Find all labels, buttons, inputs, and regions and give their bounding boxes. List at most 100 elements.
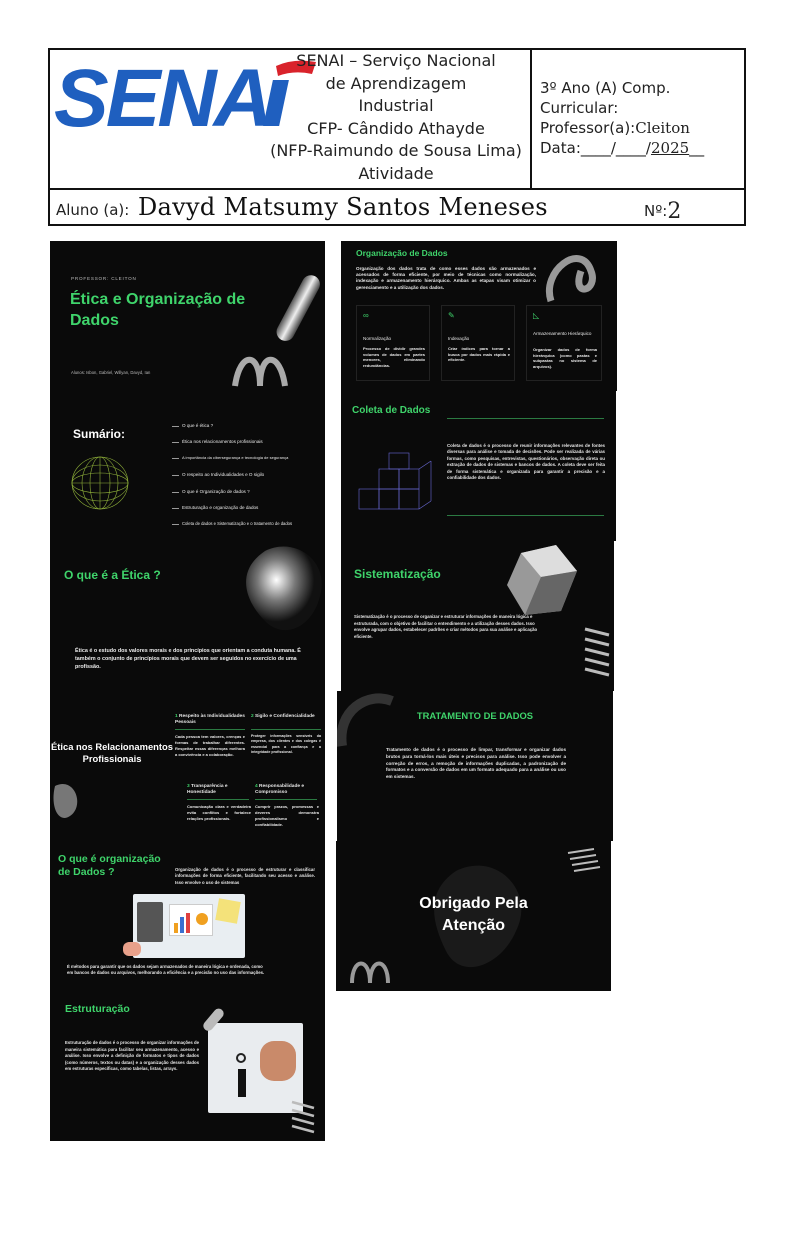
block-title: Respeito às Individualidades Pessoais (175, 714, 245, 726)
slide-heading: Sumário: (73, 427, 126, 441)
slide-subheading: Estruturação (65, 1003, 130, 1015)
info-card: ◺ Armazenamento Hierárquico Organizar da… (526, 305, 602, 381)
value-block: 4 Responsabilidade e Compromisso Cumprir… (255, 784, 319, 828)
school-line: Industrial (358, 96, 434, 115)
list-bullet (172, 458, 179, 459)
glasses-icon: ∞ (363, 311, 369, 320)
info-card: ✎ Indexação Criar índices para tornar a … (441, 305, 515, 381)
slide-heading: Coleta de Dados (352, 405, 431, 416)
slide-sistematizacao: Sistematização Sistematização é o proces… (341, 541, 614, 691)
slide-body: Sistematização é o processo de organizar… (354, 614, 538, 639)
list-bullet (172, 442, 179, 443)
block-number: 2 (251, 714, 254, 719)
student-name: Davyd Matsumy Santos Meneses (138, 193, 548, 221)
school-info: SENAI – Serviço Nacional de Aprendizagem… (262, 50, 530, 185)
hand-image (260, 1041, 296, 1081)
list-bullet (172, 492, 179, 493)
slide-kicker: PROFESSOR: CLEITON (71, 276, 137, 281)
slide-heading: Ética nos Relacionamentos Profissionais (50, 741, 174, 765)
key-ring-image (236, 1053, 246, 1063)
list-bullet (172, 524, 179, 525)
chrome-blob-icon (246, 546, 322, 631)
chrome-shape-icon (53, 783, 78, 818)
sticky-note-image (215, 898, 241, 924)
header-top-row: SENA SENAI – Serviço Nacional de Aprendi… (50, 50, 744, 190)
card-title: Armazenamento Hierárquico (533, 331, 592, 336)
list-bullet (172, 426, 179, 427)
list-item: A importância da cibersegurança e tecnol… (182, 455, 289, 460)
list-item: O que é ética ? (182, 423, 214, 428)
block-number: 3 (187, 784, 190, 789)
closing-line: Atenção (441, 917, 506, 934)
chrome-curve-icon (337, 693, 394, 747)
school-line: CFP- Cândido Athayde (307, 118, 485, 138)
desk-photo (123, 894, 245, 958)
block-text: Proteger informações sensíveis da empres… (251, 734, 321, 754)
slide-o-que-e-organizacao: O que é organização de Dados ? Organizaç… (50, 841, 325, 1141)
block-rule (175, 729, 245, 731)
slide-obrigado: Obrigado Pela Atenção (336, 841, 611, 991)
metal-spring-icon (232, 356, 288, 387)
metal-tube-icon (276, 275, 320, 341)
document-header: SENA SENAI – Serviço Nacional de Aprendi… (48, 48, 746, 226)
block-rule (255, 799, 317, 801)
slide-etica: O que é a Ética ? Ética é o estudo dos v… (50, 541, 325, 691)
slide-coleta: Coleta de Dados Coleta de dados é o proc… (341, 391, 616, 541)
slide-body: Estruturação de dados é o processo de or… (65, 1040, 199, 1072)
date-year: 2025 (650, 139, 690, 157)
block-rule (187, 799, 249, 801)
card-text: Criar índices para tornar a busca por da… (448, 346, 510, 363)
student-label: Aluno (a): (56, 201, 130, 219)
heading-rule (447, 418, 604, 419)
slide-heading: TRATAMENTO DE DADOS (416, 710, 534, 721)
wireframe-cubes-icon (358, 452, 432, 510)
slide-title: PROFESSOR: CLEITON Ética e Organização d… (50, 241, 325, 391)
slide-body: Coleta de dados é o processo de reunir i… (447, 443, 605, 481)
metal-spring-icon (545, 255, 596, 303)
block-text: Comunicação clara e verdadeira evita con… (187, 804, 251, 821)
block-number: 4 (255, 784, 258, 789)
slide-title-line: Dados (70, 312, 119, 329)
card-title: Indexação (448, 336, 470, 341)
value-block: 3 Transparência e Honestidade Comunicaçã… (187, 784, 251, 822)
list-item: O respeito ao Individualidades e O sigil… (182, 472, 265, 477)
metal-coil-icon (291, 1100, 315, 1134)
metal-coil-icon (567, 848, 601, 872)
list-item: Coleta de dados e Sistematização e o tra… (182, 521, 293, 526)
student-row: Aluno (a): Davyd Matsumy Santos Meneses … (56, 193, 746, 225)
list-item: Ética nos relacionamentos profissionais (182, 439, 263, 444)
block-text: Cumprir prazos, promessas e deveres demo… (255, 804, 319, 827)
card-text: Organizar dados de forma hierárquica (co… (533, 347, 597, 369)
closing-line: Obrigado Pela (419, 895, 528, 912)
block-title: Sigilo e Confidencialidade (255, 714, 315, 719)
info-card: ∞ Normalização Processo de dividir grand… (356, 305, 430, 381)
school-line: SENAI – Serviço Nacional (296, 51, 496, 70)
list-bullet (172, 508, 179, 509)
block-text: Cada pessoa tem valores, crenças e forma… (175, 734, 245, 757)
value-block: 1 Respeito às Individualidades Pessoais … (175, 714, 245, 758)
slide-body: É métodos para garantir que os dados sej… (67, 964, 265, 976)
ruler-icon: ◺ (533, 311, 540, 320)
number-value: 2 (667, 199, 682, 224)
list-item: Estruturação e organização de dados (182, 505, 259, 510)
svg-text:SENA: SENA (54, 56, 270, 136)
professor-label: Professor(a): (540, 119, 636, 137)
slide-body: Organização de dados é o processo de est… (175, 867, 315, 885)
school-line: (NFP-Raimundo de Sousa Lima) (270, 141, 522, 160)
heading-rule (447, 515, 604, 516)
metal-coil-icon (584, 627, 610, 677)
slide-title-line: Ética e Organização de (70, 291, 246, 308)
slide-heading: Sistematização (354, 567, 441, 581)
metal-spring-icon (350, 961, 390, 984)
closing-message: Obrigado Pela Atenção (336, 893, 611, 937)
hand-image (123, 942, 141, 956)
phone-image (137, 902, 163, 942)
class-info: 3º Ano (A) Comp. Curricular: Professor(a… (540, 78, 704, 158)
slide-heading: O que é organização de Dados ? (58, 853, 161, 879)
block-rule (251, 729, 321, 731)
card-title: Normalização (363, 336, 392, 341)
student-number: Nº:2 (644, 199, 681, 224)
date-tail: __ (689, 139, 705, 157)
slide-relacionamentos: Ética nos Relacionamentos Profissionais … (50, 691, 325, 841)
professor-value: Cleiton (635, 119, 690, 137)
